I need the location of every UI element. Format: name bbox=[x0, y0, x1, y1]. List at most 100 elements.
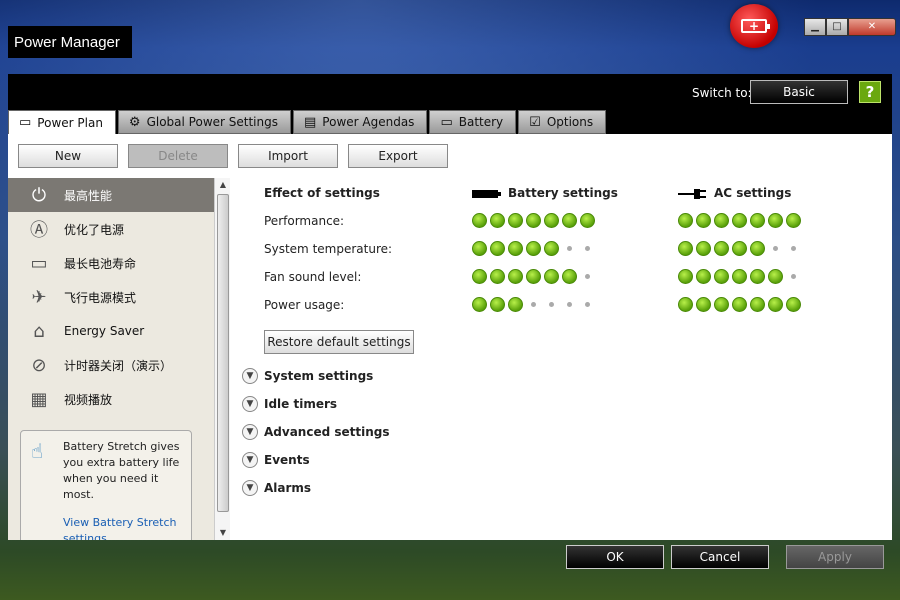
section-label: System settings bbox=[264, 369, 374, 383]
power-icon: ⏻ bbox=[31, 184, 47, 206]
rating-dot-on bbox=[750, 297, 765, 312]
restore-defaults-button[interactable]: Restore default settings bbox=[264, 330, 414, 354]
plan-item-timer-off[interactable]: ⊘ 计时器关闭（演示） bbox=[8, 348, 214, 382]
rating-dot-on bbox=[472, 213, 487, 228]
section-events[interactable]: ▼ Events bbox=[242, 452, 310, 468]
close-button[interactable]: ✕ bbox=[848, 18, 896, 36]
chevron-down-icon: ▼ bbox=[242, 452, 258, 468]
rating-dot-on bbox=[472, 297, 487, 312]
rating-dot-on bbox=[786, 297, 801, 312]
scroll-up-arrow-icon[interactable]: ▲ bbox=[215, 178, 231, 192]
export-button[interactable]: Export bbox=[348, 144, 448, 168]
plan-label: 飞行电源模式 bbox=[64, 290, 137, 305]
plan-label: 最高性能 bbox=[64, 188, 113, 203]
power-manager-window: Power Manager + ▁ □ ✕ Switch to: Basic ?… bbox=[0, 0, 900, 600]
chevron-down-icon: ▼ bbox=[242, 424, 258, 440]
tab-options[interactable]: ☑ Options bbox=[518, 110, 607, 134]
power-plan-panel: New Delete Import Export ⏻ 最高性能 Ⓐ 优化了电源 … bbox=[8, 134, 892, 540]
plan-label: 最长电池寿命 bbox=[64, 256, 137, 271]
maximize-button[interactable]: □ bbox=[826, 18, 848, 36]
ac-rating bbox=[678, 269, 801, 284]
plan-item-max-battery[interactable]: ▭ 最长电池寿命 bbox=[8, 246, 214, 280]
section-label: Alarms bbox=[264, 481, 312, 495]
new-button[interactable]: New bbox=[18, 144, 118, 168]
rating-dot-on bbox=[750, 213, 765, 228]
ok-button[interactable]: OK bbox=[566, 545, 664, 569]
hand-battery-icon: ☝ bbox=[31, 439, 44, 463]
battery-stretch-link[interactable]: View Battery Stretch settings bbox=[63, 515, 183, 540]
rating-dot-on bbox=[508, 297, 523, 312]
rating-dot-on bbox=[472, 241, 487, 256]
scroll-down-arrow-icon[interactable]: ▼ bbox=[215, 526, 231, 540]
section-advanced-settings[interactable]: ▼ Advanced settings bbox=[242, 424, 390, 440]
rating-dot-on bbox=[508, 213, 523, 228]
rating-dot-on bbox=[490, 269, 505, 284]
effect-row-label: Power usage: bbox=[264, 298, 345, 312]
tab-label: Options bbox=[546, 115, 594, 129]
apply-button[interactable]: Apply bbox=[786, 545, 884, 569]
effect-heading: Effect of settings bbox=[264, 186, 380, 200]
plan-item-optimized[interactable]: Ⓐ 优化了电源 bbox=[8, 212, 214, 246]
switch-basic-button[interactable]: Basic bbox=[750, 80, 848, 104]
section-alarms[interactable]: ▼ Alarms bbox=[242, 480, 311, 496]
rating-dot-on bbox=[544, 213, 559, 228]
rating-dot-on bbox=[472, 269, 487, 284]
tab-label: Power Plan bbox=[37, 115, 103, 130]
rating-dot-on bbox=[714, 269, 729, 284]
section-label: Idle timers bbox=[264, 397, 338, 411]
plan-item-video[interactable]: ▦ 视频播放 bbox=[8, 382, 214, 416]
house-icon: ⌂ bbox=[33, 320, 45, 342]
plan-list-scrollbar[interactable]: ▲ ▼ bbox=[214, 178, 230, 540]
rating-dot-off bbox=[786, 269, 801, 284]
mode-switch-row: Switch to: Basic ? bbox=[8, 80, 892, 108]
rating-dot-on bbox=[580, 213, 595, 228]
rating-dot-on bbox=[526, 213, 541, 228]
rating-dot-on bbox=[714, 241, 729, 256]
delete-button[interactable]: Delete bbox=[128, 144, 228, 168]
tab-battery[interactable]: ▭ Battery bbox=[429, 110, 517, 134]
minimize-button[interactable]: ▁ bbox=[804, 18, 826, 36]
cancel-button[interactable]: Cancel bbox=[671, 545, 769, 569]
section-system-settings[interactable]: ▼ System settings bbox=[242, 368, 373, 384]
tab-power-plan[interactable]: ▭ Power Plan bbox=[8, 110, 116, 134]
rating-dot-on bbox=[732, 241, 747, 256]
film-icon: ▦ bbox=[30, 388, 48, 410]
plan-label: 优化了电源 bbox=[64, 222, 125, 237]
help-icon[interactable]: ? bbox=[859, 81, 881, 103]
ac-plug-icon bbox=[678, 188, 706, 199]
rating-dot-on bbox=[696, 297, 711, 312]
effect-row-label: Fan sound level: bbox=[264, 270, 362, 284]
ac-rating bbox=[678, 241, 801, 256]
tab-global-power-settings[interactable]: ⚙ Global Power Settings bbox=[117, 110, 291, 134]
rating-dot-on bbox=[526, 269, 541, 284]
rating-dot-on bbox=[544, 269, 559, 284]
rating-dot-off bbox=[580, 297, 595, 312]
rating-dot-on bbox=[544, 241, 559, 256]
rating-dot-on bbox=[508, 269, 523, 284]
import-button[interactable]: Import bbox=[238, 144, 338, 168]
checkbox-icon: ☑ bbox=[529, 114, 541, 130]
tab-power-agendas[interactable]: ▤ Power Agendas bbox=[293, 110, 428, 134]
tab-label: Battery bbox=[458, 115, 504, 129]
rating-dot-off bbox=[768, 241, 783, 256]
tab-label: Global Power Settings bbox=[146, 115, 278, 129]
rating-dot-on bbox=[696, 269, 711, 284]
rating-dot-on bbox=[750, 241, 765, 256]
ac-settings-label: AC settings bbox=[714, 186, 792, 200]
tab-label: Power Agendas bbox=[322, 115, 415, 129]
airplane-icon: ✈ bbox=[31, 286, 47, 308]
section-label: Events bbox=[264, 453, 310, 467]
rating-dot-on bbox=[508, 241, 523, 256]
calendar-clock-icon: ▤ bbox=[304, 114, 317, 130]
scroll-thumb[interactable] bbox=[217, 194, 229, 512]
plan-item-energy-saver[interactable]: ⌂ Energy Saver bbox=[8, 314, 214, 348]
plan-label: 视频播放 bbox=[64, 392, 113, 407]
rating-dot-on bbox=[732, 269, 747, 284]
plan-item-max-performance[interactable]: ⏻ 最高性能 bbox=[8, 178, 214, 212]
rating-dot-on bbox=[696, 241, 711, 256]
chevron-down-icon: ▼ bbox=[242, 480, 258, 496]
section-idle-timers[interactable]: ▼ Idle timers bbox=[242, 396, 337, 412]
plan-item-airplane[interactable]: ✈ 飞行电源模式 bbox=[8, 280, 214, 314]
rating-dot-on bbox=[768, 213, 783, 228]
rating-dot-on bbox=[732, 297, 747, 312]
